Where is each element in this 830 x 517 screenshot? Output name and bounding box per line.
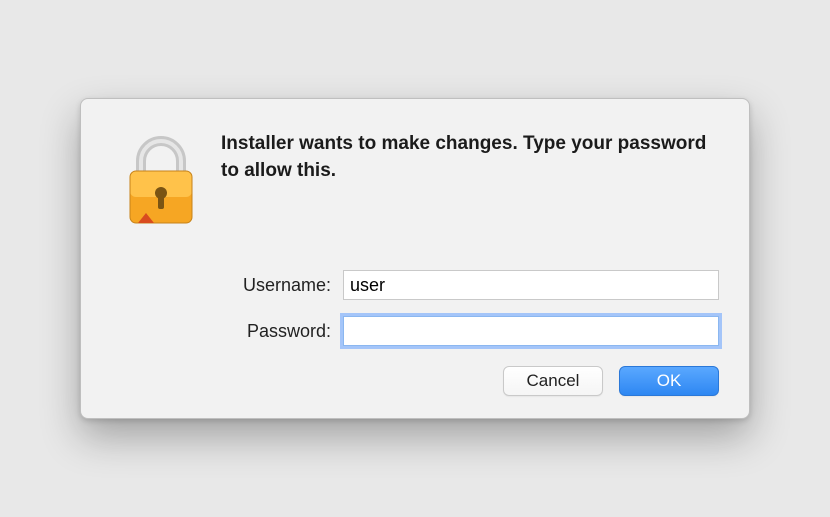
- username-label: Username:: [221, 275, 331, 296]
- password-row: Password:: [221, 316, 719, 346]
- dialog-header-row: Installer wants to make changes. Type yo…: [111, 127, 719, 242]
- auth-form: Username: Password:: [221, 270, 719, 346]
- password-label: Password:: [221, 321, 331, 342]
- username-row: Username:: [221, 270, 719, 300]
- dialog-message: Installer wants to make changes. Type yo…: [221, 131, 719, 184]
- dialog-message-wrap: Installer wants to make changes. Type yo…: [211, 127, 719, 184]
- cancel-button[interactable]: Cancel: [503, 366, 603, 396]
- lock-icon: [116, 127, 206, 242]
- dialog-button-row: Cancel OK: [111, 366, 719, 396]
- username-input[interactable]: [343, 270, 719, 300]
- stage: Installer wants to make changes. Type yo…: [0, 0, 830, 517]
- dialog-icon-wrap: [111, 127, 211, 242]
- password-input[interactable]: [343, 316, 719, 346]
- auth-dialog: Installer wants to make changes. Type yo…: [80, 98, 750, 419]
- ok-button[interactable]: OK: [619, 366, 719, 396]
